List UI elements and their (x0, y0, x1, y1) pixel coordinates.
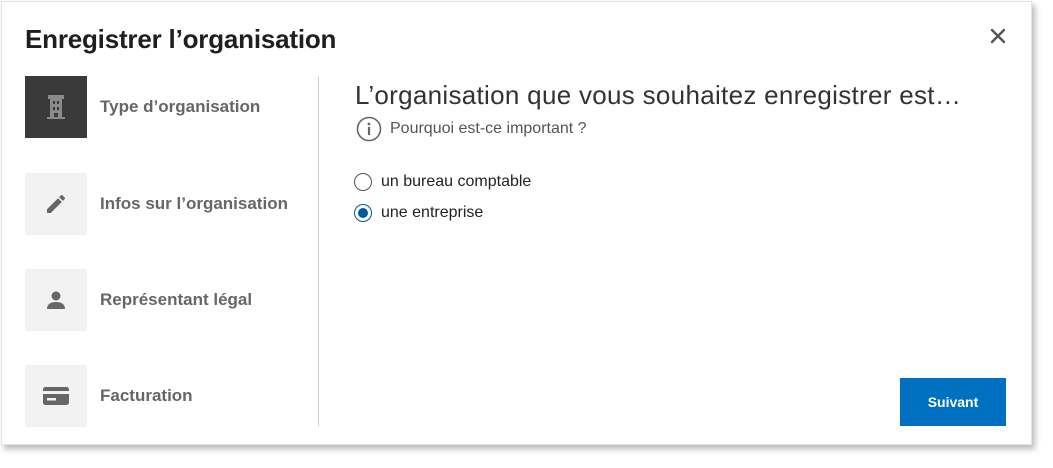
option-label: une entreprise (381, 204, 484, 221)
close-button[interactable] (985, 23, 1011, 49)
step-label: Représentant légal (100, 290, 253, 309)
radio-company[interactable] (354, 204, 372, 222)
option-company[interactable]: une entreprise (354, 202, 531, 224)
pencil-icon (47, 194, 66, 213)
step-label: Facturation (100, 386, 193, 405)
register-organisation-dialog: Enregistrer l’organisation Type d’organi… (1, 1, 1032, 445)
step-label: Infos sur l’organisation (100, 194, 288, 213)
credit-card-icon (43, 387, 69, 405)
person-icon (47, 291, 65, 309)
building-icon (47, 95, 65, 119)
organisation-type-options: un bureau comptable une entreprise (354, 171, 531, 233)
next-button[interactable]: Suivant (900, 378, 1006, 426)
option-accounting-firm[interactable]: un bureau comptable (354, 171, 531, 193)
step-label: Type d’organisation (100, 97, 261, 116)
step-legal-representative[interactable]: Représentant légal (25, 269, 315, 331)
dialog-title: Enregistrer l’organisation (25, 24, 337, 54)
why-important-text: Pourquoi est-ce important ? (390, 120, 587, 137)
why-important-link[interactable]: Pourquoi est-ce important ? (356, 116, 587, 142)
close-icon (990, 28, 1006, 44)
step-billing[interactable]: Facturation (25, 365, 315, 427)
vertical-divider (318, 76, 319, 426)
step-organisation-type[interactable]: Type d’organisation (25, 76, 315, 138)
step-organisation-info[interactable]: Infos sur l’organisation (25, 173, 315, 235)
radio-accounting-firm[interactable] (354, 173, 372, 191)
info-icon (356, 116, 382, 142)
option-label: un bureau comptable (381, 173, 532, 190)
question-heading: L’organisation que vous souhaitez enregi… (355, 80, 962, 110)
